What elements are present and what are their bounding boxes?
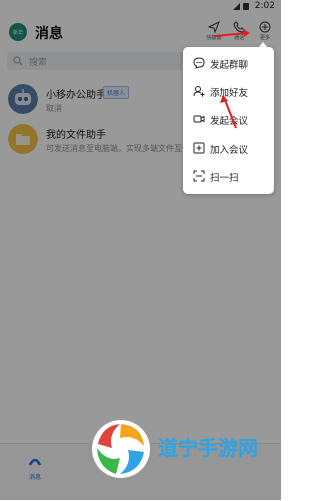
watermark-text: 道宁手游网 <box>158 436 258 460</box>
watermark: 道宁手游网 <box>90 418 280 494</box>
swirl-logo-icon <box>92 420 150 478</box>
arrow-to-more-icon <box>215 29 250 37</box>
arrow-to-add-friend-icon <box>220 95 237 129</box>
